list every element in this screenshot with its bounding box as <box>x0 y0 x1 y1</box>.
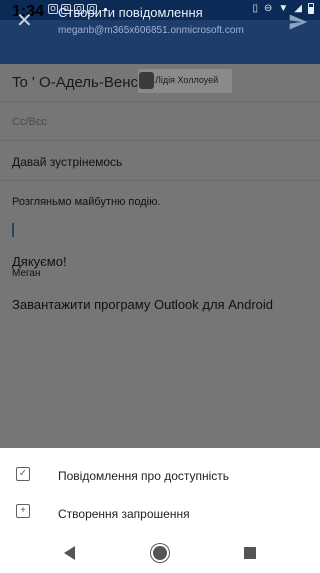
to-field[interactable]: To ' О-Адель-Венс <box>12 74 138 91</box>
battery-icon <box>308 3 314 14</box>
account-email: meganb@m365x606851.onmicrosoft.com <box>58 25 244 36</box>
divider <box>0 101 320 102</box>
sheet-item-label: Створення запрошення <box>58 507 190 521</box>
divider <box>0 140 320 141</box>
close-icon[interactable]: ✕ <box>16 11 33 31</box>
home-icon[interactable] <box>153 546 167 560</box>
text-cursor <box>12 223 14 237</box>
recent-apps-icon[interactable] <box>244 547 256 559</box>
wifi-icon: ▼ <box>278 3 289 14</box>
checkbox-icon: ✓ <box>16 467 30 481</box>
sheet-item-label: Повідомлення про доступність <box>58 469 230 483</box>
page-title: Створити повідомлення <box>58 5 203 20</box>
back-icon[interactable] <box>64 546 75 560</box>
vibrate-icon: ▯ <box>252 3 258 14</box>
add-box-icon: + <box>16 504 30 518</box>
subject-field[interactable]: Давай зустрінемось <box>12 155 122 169</box>
outlook-icon: O <box>48 4 58 14</box>
outlook-download-link[interactable]: Завантажити програму Outlook для Android <box>12 297 273 312</box>
divider <box>0 180 320 181</box>
avatar <box>139 72 154 89</box>
recipient-chip-label: Лідія Холлоуей <box>155 75 219 85</box>
signature-name: Меган <box>12 268 41 279</box>
send-icon[interactable] <box>288 12 308 32</box>
cc-bcc-field[interactable]: Cc/Bcc <box>12 116 47 128</box>
message-body-text[interactable]: Розгляньмо майбутню подію. <box>12 196 160 208</box>
signature-thanks: Дякуємо! <box>12 254 67 269</box>
do-not-disturb-icon: ⊖ <box>264 3 273 14</box>
